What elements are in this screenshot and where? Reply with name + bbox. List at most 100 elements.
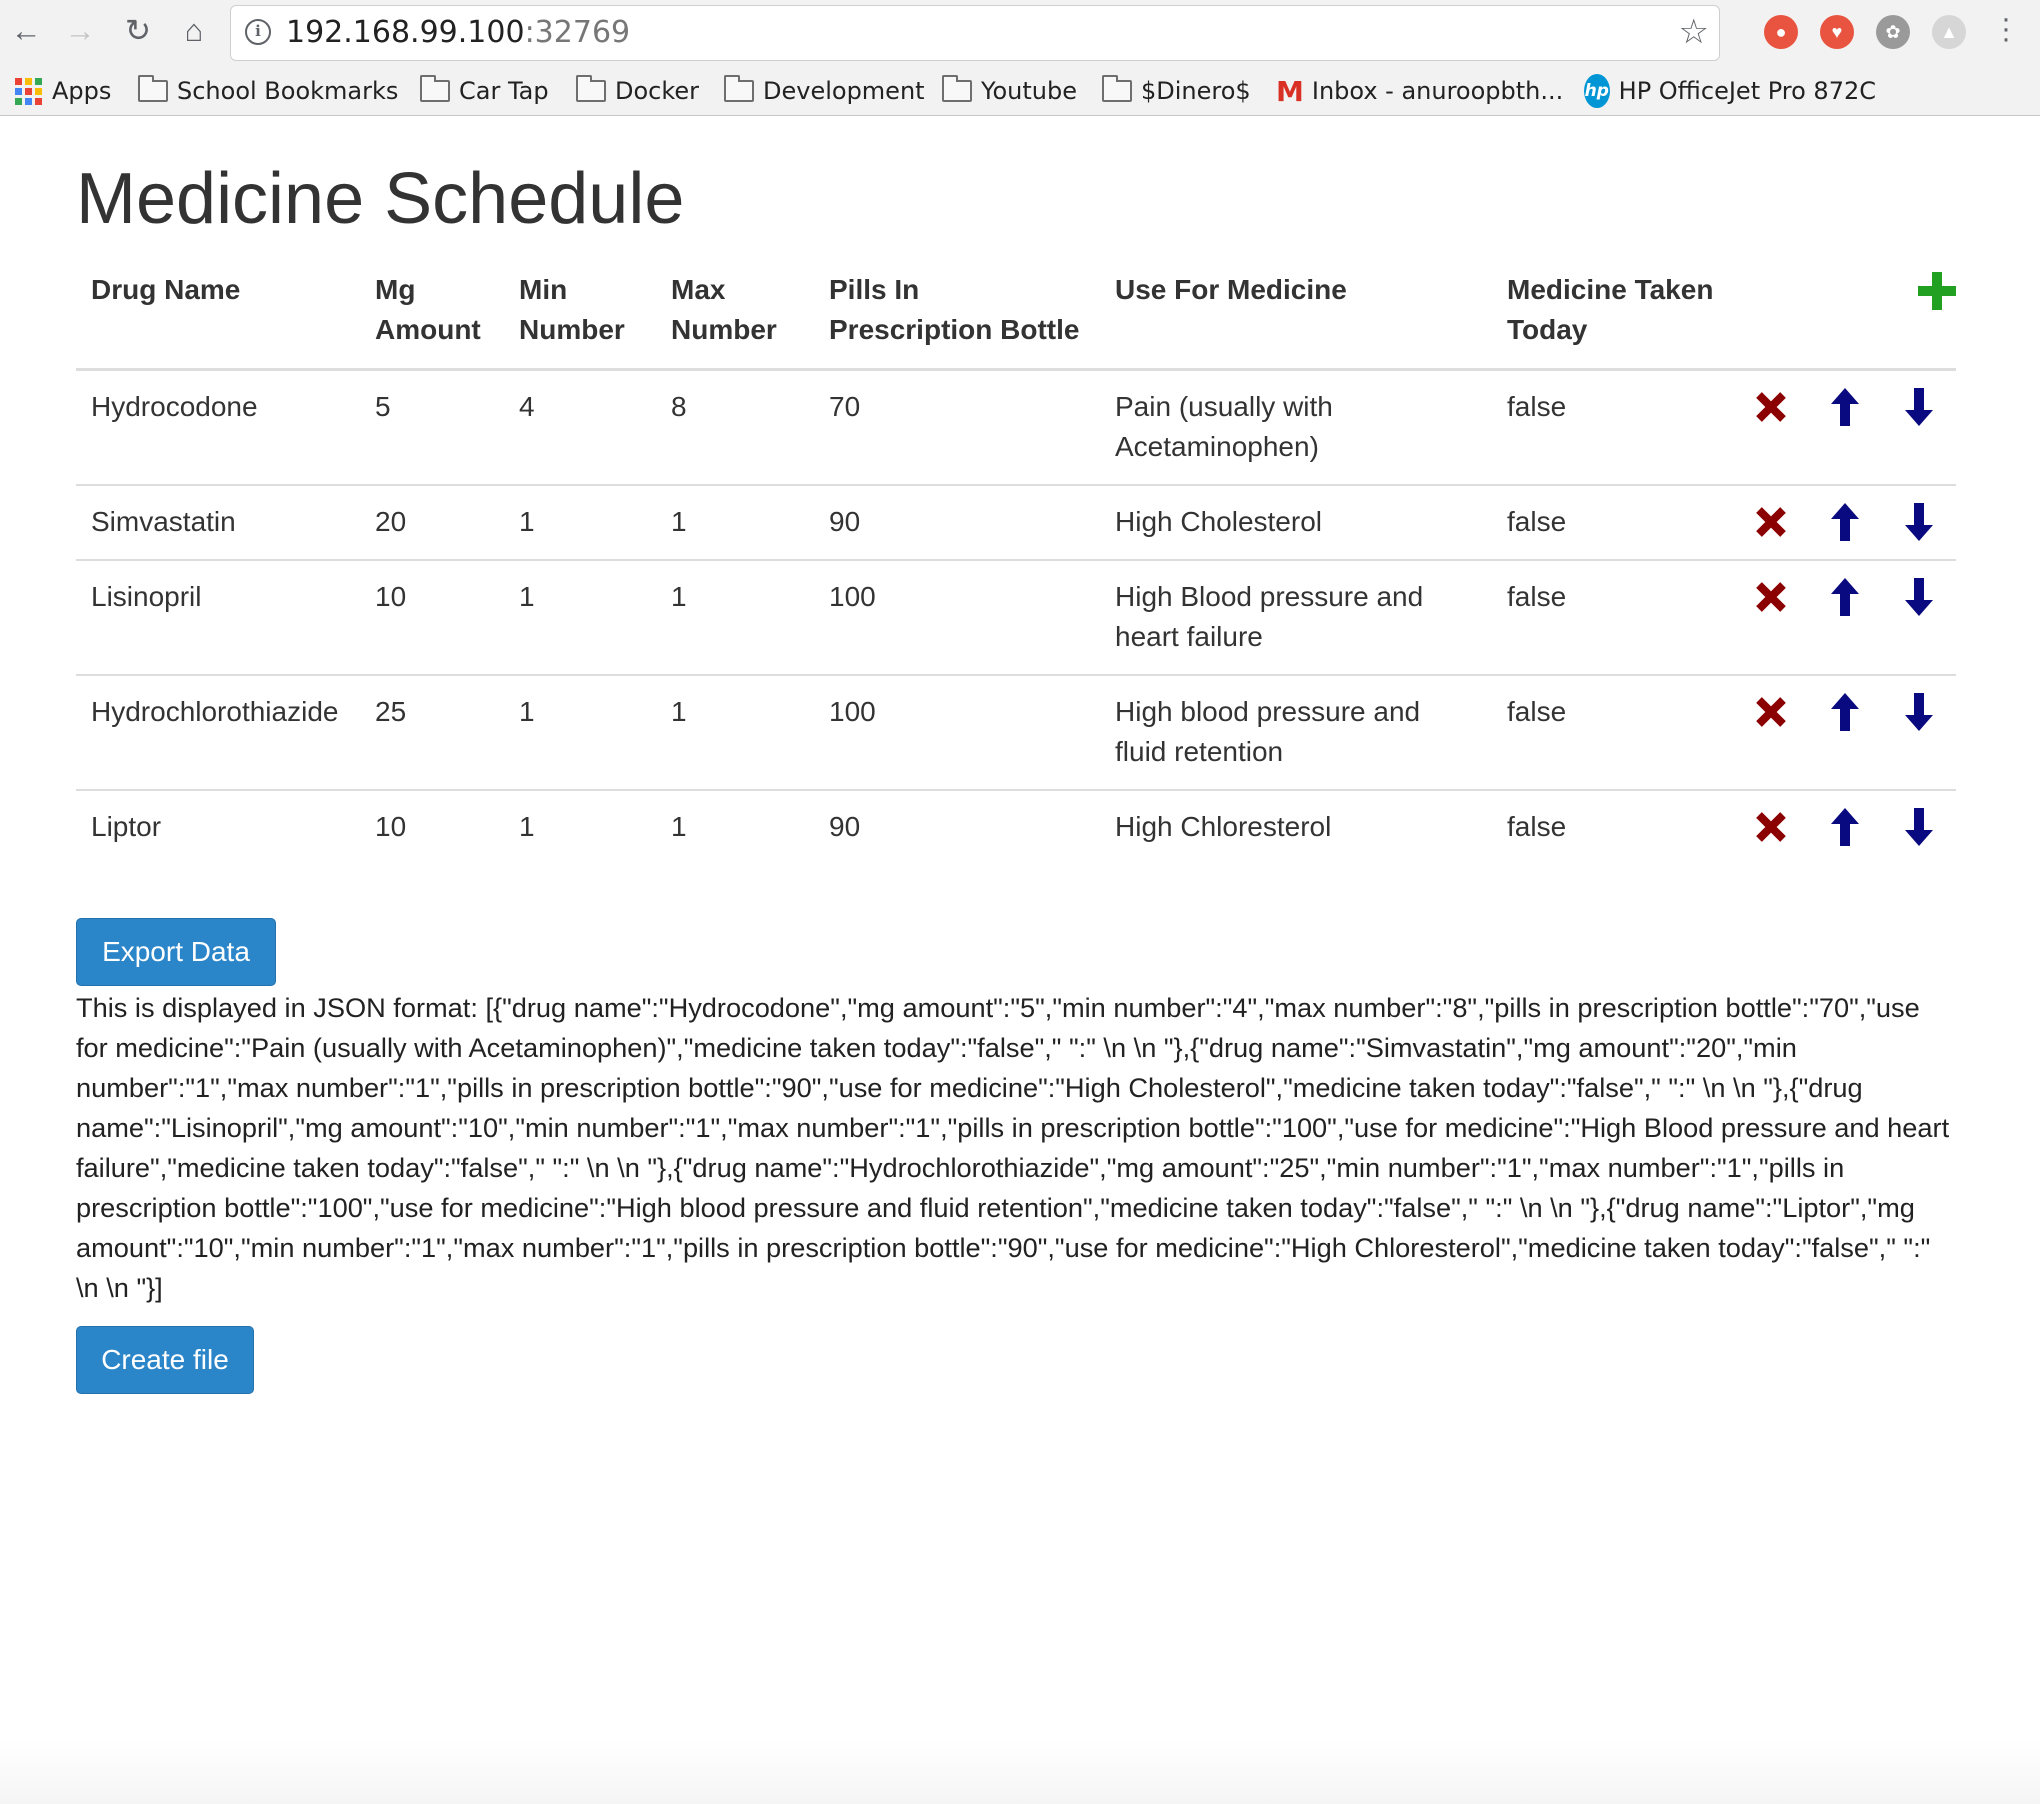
- move-down-arrow-icon[interactable]: [1904, 502, 1934, 542]
- move-down-cell: [1882, 370, 1956, 486]
- page-bottom-shade: [0, 1740, 2040, 1804]
- bookmark-hp-officejet[interactable]: hp HP OfficeJet Pro 872C: [1584, 66, 1876, 116]
- move-up-arrow-icon[interactable]: [1830, 692, 1860, 732]
- cell-min-number: 1: [504, 789, 656, 864]
- bookmark-inbox[interactable]: M Inbox - anuroopbth...: [1276, 66, 1563, 116]
- add-medicine-plus-icon[interactable]: [1918, 272, 1956, 310]
- cell-min-number: 1: [504, 484, 656, 560]
- folder-icon: [576, 75, 606, 102]
- move-down-arrow-icon[interactable]: [1904, 807, 1934, 847]
- bookmark-youtube[interactable]: Youtube: [942, 66, 1077, 116]
- cell-mg-amount: 5: [375, 391, 391, 422]
- column-header-use-for-medicine: Use For Medicine: [1100, 254, 1492, 371]
- delete-cell: [1734, 370, 1808, 486]
- folder-icon: [420, 75, 450, 102]
- cell-min-number: 1: [504, 559, 656, 675]
- browser-menu-icon[interactable]: · · ·: [1996, 4, 2016, 54]
- move-down-cell: [1882, 674, 1956, 790]
- delete-x-icon[interactable]: [1754, 505, 1788, 539]
- cell-use-for-medicine: High blood pressure and fluid retention: [1100, 674, 1492, 790]
- delete-x-icon[interactable]: [1754, 390, 1788, 424]
- extension-reel-icon[interactable]: ✿: [1876, 15, 1910, 49]
- delete-x-icon[interactable]: [1754, 580, 1788, 614]
- bookmark-dinero[interactable]: $Dinero$: [1102, 66, 1251, 116]
- reload-icon[interactable]: ↻: [120, 13, 156, 49]
- delete-x-icon[interactable]: [1754, 810, 1788, 844]
- move-down-arrow-icon[interactable]: [1904, 692, 1934, 732]
- bookmark-label: Inbox - anuroopbth...: [1311, 77, 1564, 105]
- bookmark-label: Car Tap: [459, 77, 549, 105]
- move-down-cell: [1882, 789, 1956, 864]
- site-info-icon[interactable]: i: [245, 19, 271, 45]
- create-file-button[interactable]: Create file: [76, 1326, 254, 1394]
- bookmark-label: Docker: [615, 77, 700, 105]
- table-row: Liptor 10 1 1 90 High Chloresterol false: [76, 789, 1956, 864]
- bookmark-star-icon[interactable]: ☆: [1679, 12, 1709, 52]
- url-host: 192.168.99.100: [286, 15, 525, 50]
- cell-max-number: 8: [671, 391, 687, 422]
- cell-pills-in-bottle: 100: [814, 674, 1100, 790]
- move-down-arrow-icon[interactable]: [1904, 387, 1934, 427]
- delete-x-icon[interactable]: [1754, 695, 1788, 729]
- cell-medicine-taken-today: false: [1492, 674, 1734, 790]
- forward-arrow-icon[interactable]: →: [62, 13, 98, 49]
- json-output-text: This is displayed in JSON format: [{"dru…: [76, 992, 1950, 1303]
- move-up-arrow-icon[interactable]: [1830, 577, 1860, 617]
- column-header-medicine-taken-today: Medicine Taken Today: [1492, 254, 1734, 371]
- folder-icon: [1102, 75, 1132, 102]
- table-row: Lisinopril 10 1 1 100 High Blood pressur…: [76, 559, 1956, 675]
- back-arrow-icon[interactable]: ←: [8, 13, 44, 49]
- cell-max-number: 1: [656, 484, 814, 560]
- bookmark-docker[interactable]: Docker: [576, 66, 699, 116]
- extension-drive-icon[interactable]: ▲: [1932, 15, 1966, 49]
- move-up-cell: [1808, 789, 1882, 864]
- bookmark-label: Apps: [52, 77, 112, 105]
- cell-max-number: 1: [656, 559, 814, 675]
- cell-min-number: 4: [519, 391, 535, 422]
- cell-mg-amount: 10: [360, 789, 504, 864]
- move-up-cell: [1808, 370, 1882, 486]
- cell-pills-in-bottle: 70: [829, 391, 861, 422]
- bookmark-label: School Bookmarks: [177, 77, 399, 105]
- cell-use-for-medicine: High Cholesterol: [1100, 484, 1492, 560]
- address-url: 192.168.99.100:32769: [286, 6, 630, 60]
- extension-heart-icon[interactable]: ♥: [1820, 15, 1854, 49]
- header-spacer: [1808, 254, 1882, 371]
- cell-drug-name: Lisinopril: [76, 559, 360, 675]
- address-bar[interactable]: i 192.168.99.100:32769 ☆: [230, 5, 1720, 61]
- column-header-mg-amount: Mg Amount: [360, 254, 504, 371]
- move-up-cell: [1808, 674, 1882, 790]
- cell-mg-amount: 25: [360, 674, 504, 790]
- home-icon[interactable]: ⌂: [176, 13, 212, 49]
- url-port: :32769: [524, 15, 631, 50]
- table-row: Simvastatin 20 1 1 90 High Cholesterol f…: [76, 484, 1956, 560]
- move-down-arrow-icon[interactable]: [1904, 577, 1934, 617]
- bookmark-car-tap[interactable]: Car Tap: [420, 66, 549, 116]
- gmail-icon: M: [1276, 74, 1304, 108]
- page-title: Medicine Schedule: [76, 159, 685, 239]
- bookmark-school-bookmarks[interactable]: School Bookmarks: [138, 66, 398, 116]
- cell-pills-in-bottle: 90: [814, 789, 1100, 864]
- move-up-arrow-icon[interactable]: [1830, 387, 1860, 427]
- cell-medicine-taken-today: false: [1507, 391, 1567, 422]
- bookmark-apps[interactable]: Apps: [15, 66, 111, 116]
- move-up-arrow-icon[interactable]: [1830, 807, 1860, 847]
- export-data-button[interactable]: Export Data: [76, 918, 276, 986]
- table-header-row: Drug Name Mg Amount Min Number Max Numbe…: [76, 254, 1956, 371]
- delete-cell: [1734, 674, 1808, 790]
- cell-mg-amount: 20: [360, 484, 504, 560]
- browser-toolbar: ← → ↻ ⌂ i 192.168.99.100:32769 ☆ ● ♥ ✿ ▲…: [0, 0, 2040, 66]
- column-header-min-number: Min Number: [504, 254, 656, 371]
- move-down-cell: [1882, 559, 1956, 675]
- bookmark-development[interactable]: Development: [724, 66, 925, 116]
- folder-icon: [942, 75, 972, 102]
- table-row: Hydrochlorothiazide 25 1 1 100 High bloo…: [76, 674, 1956, 790]
- extension-shield-icon[interactable]: ●: [1764, 15, 1798, 49]
- cell-drug-name: Liptor: [76, 789, 360, 864]
- header-add-cell: [1882, 254, 1956, 371]
- cell-medicine-taken-today: false: [1492, 559, 1734, 675]
- move-down-cell: [1882, 484, 1956, 560]
- medicine-table: Drug Name Mg Amount Min Number Max Numbe…: [76, 254, 1956, 864]
- cell-use-for-medicine: High Chloresterol: [1100, 789, 1492, 864]
- move-up-arrow-icon[interactable]: [1830, 502, 1860, 542]
